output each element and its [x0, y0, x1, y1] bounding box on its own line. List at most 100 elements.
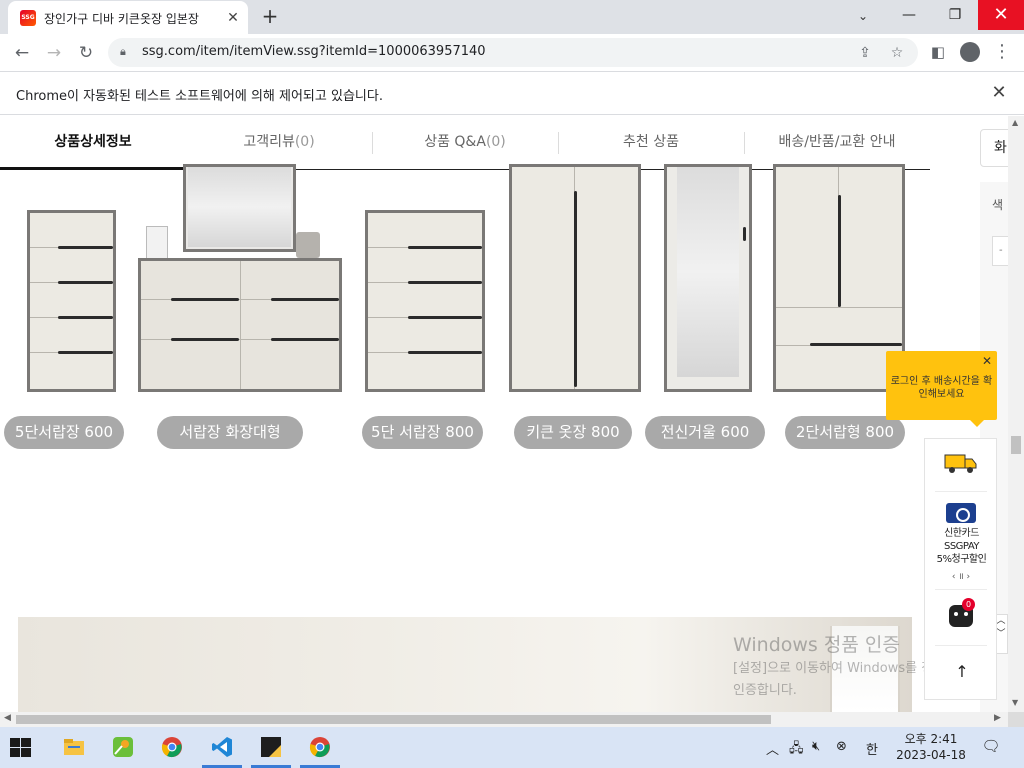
back-arrow-icon[interactable]: ← [9, 40, 35, 66]
review-count: (0) [294, 134, 315, 150]
tab-label: 추천 상품 [623, 134, 679, 150]
watermark-line-2: 인증합니다. [733, 683, 797, 698]
ime-indicator[interactable]: 한 [866, 739, 878, 758]
cosmetics-decor [296, 232, 320, 258]
scroll-down-arrow-icon[interactable]: ▼ [1012, 698, 1018, 707]
vertical-scrollbar[interactable]: ▲ ▼ [1008, 116, 1024, 712]
chatbot-badge: 0 [962, 598, 975, 611]
furniture-illustration [0, 164, 920, 410]
clock-date: 2023-04-18 [896, 748, 966, 762]
infobar-message: Chrome이 자동화된 테스트 소프트웨어에 의해 제어되고 있습니다. [16, 89, 383, 104]
product-label[interactable]: 5단서랍장 600 [4, 416, 124, 449]
product-label[interactable]: 전신거울 600 [645, 416, 765, 449]
tab-recommended[interactable]: 추천 상품 [558, 116, 744, 170]
file-explorer-icon [64, 739, 84, 755]
watermark-line-1: [설정]으로 이동하여 Windows를 정품 [733, 661, 946, 676]
product-label[interactable]: 키큰 옷장 800 [514, 416, 632, 449]
profile-avatar-icon[interactable] [958, 40, 982, 64]
tab-label: 고객리뷰 [243, 134, 295, 150]
taskbar-file-explorer[interactable] [50, 727, 98, 768]
product-label[interactable]: 5단 서랍장 800 [362, 416, 483, 449]
url-text[interactable]: ssg.com/item/itemView.ssg?itemId=1000063… [142, 44, 486, 59]
books-decor [146, 226, 168, 260]
clock-time: 오후 2:41 [904, 732, 958, 746]
taskbar-map-app[interactable] [99, 727, 147, 768]
tab-strip: SSG 장인가구 디바 키큰옷장 입본장 ✕ + ⌄ — ❐ ✕ [0, 0, 1024, 34]
watermark-title: Windows 정품 인증 [733, 634, 900, 656]
status-error-icon[interactable]: ⊗ [836, 739, 847, 754]
scroll-to-top-icon[interactable]: ↑ [951, 659, 973, 685]
side-panel-icon[interactable]: ◧ [926, 40, 950, 64]
reload-icon[interactable]: ↻ [73, 40, 99, 66]
vertical-scroll-thumb[interactable] [1011, 436, 1021, 454]
window-restore-button[interactable]: ❐ [932, 0, 978, 30]
tab-title: 장인가구 디바 키큰옷장 입본장 [44, 12, 199, 26]
kebab-menu-icon[interactable]: ⋮ [990, 40, 1014, 64]
product-detail-tabs: 상품상세정보 고객리뷰(0) 상품 Q&A(0) 추천 상품 배송/반품/교환 … [0, 116, 930, 170]
quick-menu-divider [935, 589, 987, 590]
delivery-login-tooltip: ✕ 로그인 후 배송시간을 확인해보세요 [886, 351, 997, 427]
color-option-select[interactable]: - [992, 236, 1008, 266]
speaker-muted-icon[interactable]: 🔇︎ [812, 739, 820, 754]
taskbar-clock[interactable]: 오후 2:41 2023-04-18 [892, 731, 970, 763]
page-viewport: 상품상세정보 고객리뷰(0) 상품 Q&A(0) 추천 상품 배송/반품/교환 … [0, 116, 1008, 712]
quick-menu: 신한카드 SSGPAY 5%청구할인 ‹ ॥ › 0 ↑ [924, 438, 997, 700]
card-promo-pager[interactable]: ‹ ॥ › [935, 569, 987, 582]
tab-label: 상품 Q&A [424, 134, 486, 150]
infobar-close-icon[interactable]: ✕ [988, 82, 1010, 104]
browser-tab[interactable]: SSG 장인가구 디바 키큰옷장 입본장 ✕ [8, 1, 248, 34]
window-minimize-button[interactable]: — [886, 0, 932, 30]
sticky-notes-icon [261, 737, 281, 757]
taskbar-chrome-active[interactable] [296, 727, 344, 768]
taskbar-chrome[interactable] [148, 727, 196, 768]
notification-center-icon[interactable]: 🗨︎ [980, 737, 1002, 757]
windows-start-icon[interactable] [10, 738, 32, 758]
share-icon[interactable]: ⇪ [854, 42, 876, 64]
qna-count: (0) [485, 134, 506, 150]
chest-vanity [138, 258, 342, 392]
browser-toolbar: ← → ↻ 🔒︎ ssg.com/item/itemView.ssg?itemI… [0, 34, 1024, 71]
tab-product-qna[interactable]: 상품 Q&A(0) [372, 116, 558, 170]
card-promo-line-3: 5%청구할인 [936, 554, 987, 565]
product-label[interactable]: 서랍장 화장대형 [157, 416, 303, 449]
scroll-up-arrow-icon[interactable]: ▲ [1012, 118, 1018, 127]
delivery-truck-icon[interactable] [944, 451, 978, 475]
tray-overflow-chevron-icon[interactable]: ︿ [766, 739, 779, 758]
color-option-label: 색 [992, 198, 1004, 212]
product-label[interactable]: 2단서랍형 800 [785, 416, 905, 449]
new-tab-plus-icon[interactable]: + [258, 5, 282, 29]
chest-5-drawer-600 [27, 210, 116, 392]
chrome-icon [309, 737, 330, 758]
tab-label: 배송/반품/교환 안내 [778, 134, 896, 150]
chest-5-drawer-800 [365, 210, 485, 392]
ssg-favicon-icon: SSG [20, 10, 36, 26]
card-promo-text[interactable]: 신한카드 SSGPAY 5%청구할인 [927, 527, 996, 566]
tab-shipping-info[interactable]: 배송/반품/교환 안내 [744, 116, 930, 170]
tab-label: 상품상세정보 [54, 134, 132, 150]
scroll-right-arrow-icon[interactable]: ▶ [994, 713, 1001, 723]
tooltip-close-icon[interactable]: ✕ [980, 354, 994, 368]
tab-close-icon[interactable]: ✕ [224, 9, 242, 27]
automation-infobar: Chrome이 자동화된 테스트 소프트웨어에 의해 제어되고 있습니다. ✕ [0, 71, 1024, 115]
address-bar[interactable]: 🔒︎ ssg.com/item/itemView.ssg?itemId=1000… [108, 38, 918, 67]
network-icon[interactable]: 🖧︎ [789, 739, 804, 761]
window-close-button[interactable]: ✕ [978, 0, 1024, 30]
bookmark-star-icon[interactable]: ☆ [886, 42, 908, 64]
card-promo-line-1: 신한카드 [944, 528, 979, 539]
tab-customer-reviews[interactable]: 고객리뷰(0) [186, 116, 372, 170]
forward-arrow-icon[interactable]: → [41, 40, 67, 66]
side-panel-button[interactable]: 화 [980, 129, 1008, 167]
taskbar-vscode[interactable] [198, 727, 246, 768]
tall-wardrobe-800 [509, 164, 641, 392]
lock-icon[interactable]: 🔒︎ [120, 45, 134, 59]
horizontal-scroll-thumb[interactable] [16, 715, 771, 724]
scrollbar-corner [1008, 712, 1024, 727]
tab-search-chevron-icon[interactable]: ⌄ [852, 5, 874, 27]
taskbar-sticky-app[interactable] [247, 727, 295, 768]
scroll-left-arrow-icon[interactable]: ◀ [4, 713, 11, 723]
tooltip-text: 로그인 후 배송시간을 확인해보세요 [890, 376, 993, 400]
vanity-mirror [183, 164, 296, 252]
shinhan-card-icon[interactable] [946, 503, 976, 523]
horizontal-scrollbar[interactable]: ◀ ▶ [0, 712, 1008, 727]
tab-product-detail[interactable]: 상품상세정보 [0, 116, 186, 170]
